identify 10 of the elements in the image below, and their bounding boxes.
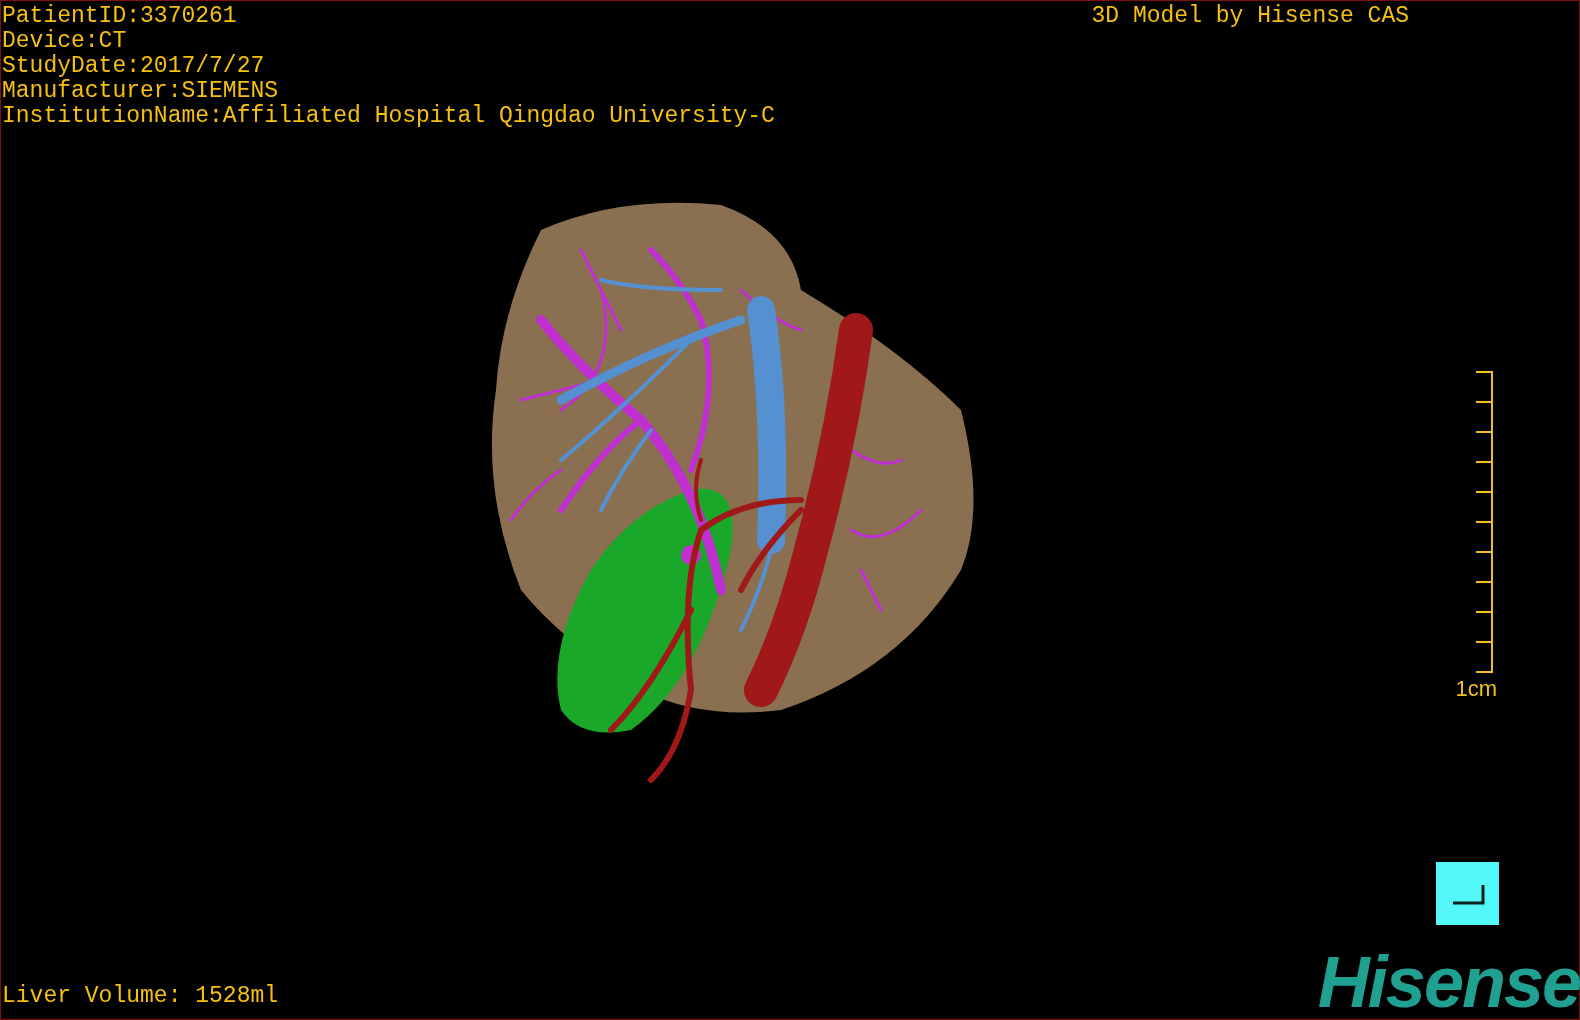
scale-label: 1cm: [1455, 675, 1498, 702]
study-info-text: PatientID:3370261: [2, 4, 238, 29]
app-title: 3D Model by Hisense CAS: [1091, 4, 1410, 29]
study-info-text: InstitutionName:Affiliated Hospital Qingdao University-C: [2, 104, 775, 129]
study-info-text: Device:CT: [2, 29, 128, 54]
study-info-text: StudyDate:2017/7/27: [2, 54, 266, 79]
corner-button[interactable]: [1436, 862, 1499, 925]
liver-volume-text: Liver Volume: 1528ml: [1, 984, 279, 1011]
study-info-text: Manufacturer:SIEMENS: [2, 79, 280, 104]
corner-icon: [1450, 882, 1485, 905]
